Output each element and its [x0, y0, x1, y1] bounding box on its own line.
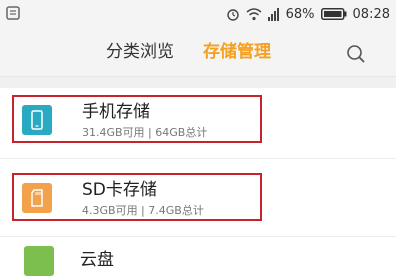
storage-list: 手机存储 31.4GB可用 | 64GB总计 SD卡存储 4.3GB可用 | 7… [0, 88, 396, 276]
alarm-icon [226, 7, 240, 21]
wifi-icon [246, 7, 262, 21]
phone-storage-icon [22, 105, 52, 135]
cloud-storage-icon [24, 246, 54, 276]
list-separator [0, 158, 396, 159]
item-capacity: 4.3GB可用 | 7.4GB总计 [82, 204, 204, 217]
signal-icon [267, 7, 280, 21]
battery-icon [320, 8, 347, 20]
battery-percent: 68% [285, 6, 315, 22]
status-time: 08:28 [352, 6, 390, 22]
tab-header: 分类浏览 存储管理 [0, 28, 396, 77]
item-capacity: 31.4GB可用 | 64GB总计 [82, 126, 208, 139]
sd-card-icon [22, 183, 52, 213]
list-item-phone-storage[interactable]: 手机存储 31.4GB可用 | 64GB总计 [12, 95, 262, 143]
search-icon[interactable] [346, 44, 366, 64]
item-title: SD卡存储 [82, 180, 157, 200]
list-separator [0, 236, 396, 237]
list-item-cloud-title[interactable]: 云盘 [80, 250, 114, 270]
tab-storage-management[interactable]: 存储管理 [203, 42, 271, 62]
status-bar: 68% 08:28 [0, 0, 396, 28]
section-divider [0, 77, 396, 88]
tab-category-browse[interactable]: 分类浏览 [106, 42, 174, 62]
list-item-sd-card-storage[interactable]: SD卡存储 4.3GB可用 | 7.4GB总计 [12, 173, 262, 221]
item-title: 手机存储 [82, 102, 150, 122]
notification-icon [6, 5, 20, 20]
